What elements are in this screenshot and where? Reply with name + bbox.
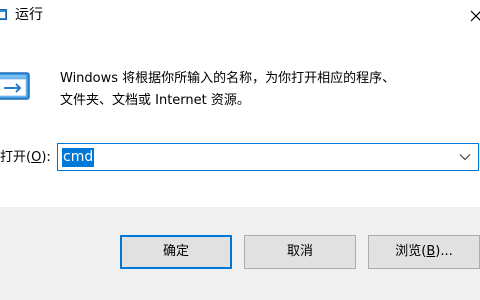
run-app-icon [0, 9, 7, 20]
close-button[interactable] [462, 0, 480, 32]
description-text: Windows 将根据你所输入的名称，为你打开相应的程序、 文件夹、文档或 In… [60, 68, 475, 112]
browse-label-suffix: )... [435, 244, 453, 259]
open-input-value[interactable]: cmd [62, 148, 95, 167]
chevron-down-icon [459, 154, 471, 161]
run-program-icon [0, 72, 30, 100]
description-line-2: 文件夹、文档或 Internet 资源。 [60, 93, 250, 108]
open-label: 打开(O): [0, 149, 51, 167]
open-label-prefix: 打开( [0, 150, 32, 165]
browse-label-mnemonic: B [426, 244, 436, 259]
dropdown-button[interactable] [452, 144, 478, 170]
open-label-suffix: ): [41, 150, 51, 165]
description-line-1: Windows 将根据你所输入的名称，为你打开相应的程序、 [60, 71, 396, 86]
cancel-button[interactable]: 取消 [244, 235, 356, 269]
window-title: 运行 [15, 7, 43, 23]
run-dialog: 运行 Windows 将根据你所输入的名称，为你打开相应的程序、 文件夹、文档或… [0, 0, 480, 300]
open-combobox[interactable]: cmd [57, 143, 479, 171]
open-label-mnemonic: O [31, 150, 42, 165]
ok-button[interactable]: 确定 [120, 235, 232, 269]
browse-button[interactable]: 浏览(B)... [368, 235, 480, 269]
close-icon [470, 10, 480, 22]
title-bar[interactable]: 运行 [0, 0, 480, 32]
browse-label-prefix: 浏览( [395, 244, 427, 259]
